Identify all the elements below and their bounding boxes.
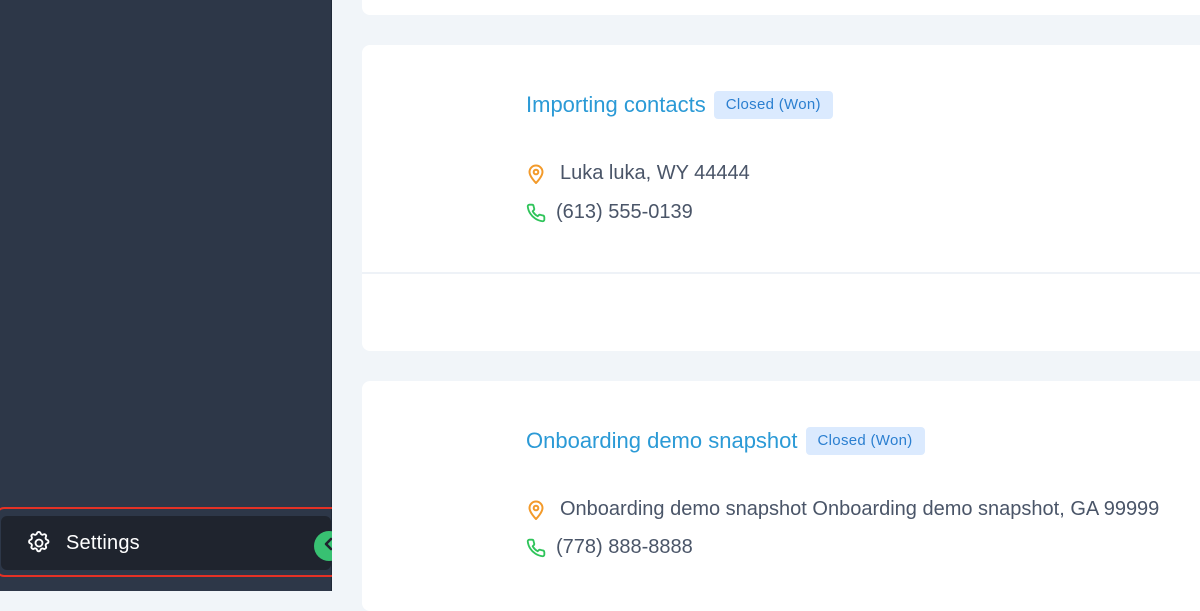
location-pin-icon	[526, 499, 546, 521]
address-row: Onboarding demo snapshot Onboarding demo…	[526, 498, 1159, 521]
phone-row: (613) 555-0139	[526, 201, 693, 224]
address-row: Luka luka, WY 44444	[526, 162, 750, 185]
phone-row: (778) 888-8888	[526, 536, 693, 559]
opportunity-title-link[interactable]: Onboarding demo snapshot	[526, 428, 798, 454]
location-pin-icon	[526, 163, 546, 185]
opportunity-title-link[interactable]: Importing contacts	[526, 92, 706, 118]
phone-icon	[526, 537, 546, 559]
sidebar-item-label: Settings	[66, 531, 140, 554]
status-badge: Closed (Won)	[713, 91, 833, 119]
sidebar-item-settings[interactable]: Settings	[1, 516, 331, 570]
address-text: Luka luka, WY 44444	[560, 162, 750, 184]
sidebar: Settings	[0, 0, 331, 591]
opportunity-card: Onboarding demo snapshot Closed (Won) On…	[362, 381, 1200, 611]
card-title-row: Importing contacts Closed (Won)	[526, 91, 833, 119]
status-badge: Closed (Won)	[805, 427, 925, 455]
main-content: Importing contacts Closed (Won) Luka luk…	[332, 0, 1200, 611]
address-text: Onboarding demo snapshot Onboarding demo…	[560, 498, 1160, 520]
opportunity-card	[362, 0, 1200, 15]
opportunity-card: Importing contacts Closed (Won) Luka luk…	[362, 45, 1200, 351]
phone-icon	[526, 202, 546, 224]
card-divider	[362, 272, 1200, 274]
card-title-row: Onboarding demo snapshot Closed (Won)	[526, 427, 925, 455]
phone-text: (778) 888-8888	[556, 536, 693, 558]
gear-icon	[24, 528, 54, 558]
phone-text: (613) 555-0139	[556, 201, 693, 223]
